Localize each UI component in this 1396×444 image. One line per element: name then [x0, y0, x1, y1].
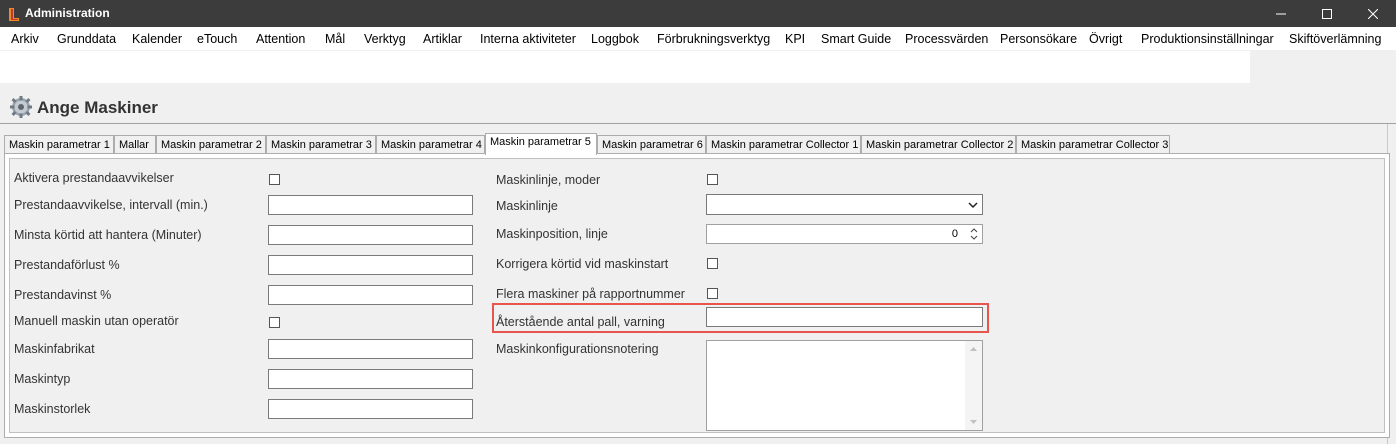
- menu-loggbok[interactable]: Loggbok: [591, 32, 639, 46]
- menu-ovrigt[interactable]: Övrigt: [1089, 32, 1122, 46]
- tab-maskin-parametrar-3[interactable]: Maskin parametrar 3: [266, 135, 376, 154]
- scroll-up-icon[interactable]: [965, 344, 982, 354]
- input-prestandaforlust[interactable]: [268, 255, 473, 275]
- menu-etouch[interactable]: eTouch: [197, 32, 237, 46]
- label-maskinstorlek: Maskinstorlek: [14, 402, 91, 416]
- maximize-icon: [1322, 8, 1332, 19]
- maximize-button[interactable]: [1304, 0, 1350, 27]
- input-prestandaavvikelse-intervall[interactable]: [268, 195, 473, 215]
- close-button[interactable]: [1350, 0, 1396, 27]
- menu-interna-aktiviteter[interactable]: Interna aktiviteter: [480, 32, 576, 46]
- input-maskintyp[interactable]: [268, 369, 473, 389]
- spin-arrows-icon[interactable]: [966, 225, 982, 243]
- menu-kalender[interactable]: Kalender: [132, 32, 182, 46]
- checkbox-maskinlinje-moder[interactable]: [707, 174, 718, 185]
- tab-maskin-parametrar-1[interactable]: Maskin parametrar 1: [4, 135, 114, 154]
- scroll-down-icon[interactable]: [965, 417, 982, 427]
- gear-icon: [10, 96, 32, 118]
- tab-maskin-parametrar-collector-2[interactable]: Maskin parametrar Collector 2: [861, 135, 1016, 154]
- input-minsta-kortid[interactable]: [268, 225, 473, 245]
- label-prestandavinst: Prestandavinst %: [14, 288, 112, 302]
- page-title: Ange Maskiner: [37, 98, 158, 117]
- label-maskinkonfigurationsnotering: Maskinkonfigurationsnotering: [496, 342, 659, 356]
- stepper-maskinposition-linje[interactable]: 0: [706, 224, 983, 244]
- minimize-icon: [1276, 13, 1286, 14]
- app-logo-icon: [9, 8, 19, 21]
- menu-skiftoverlamning[interactable]: Skiftöverlämning: [1289, 32, 1381, 46]
- label-prestandaavvikelse-intervall: Prestandaavvikelse, intervall (min.): [14, 198, 208, 212]
- label-prestandaforlust: Prestandaförlust %: [14, 258, 120, 272]
- textarea-scrollbar[interactable]: [965, 341, 982, 430]
- label-korrigera-kortid: Korrigera körtid vid maskinstart: [496, 257, 669, 271]
- menu-forbrukningsverktyg[interactable]: Förbrukningsverktyg: [657, 32, 770, 46]
- checkbox-flera-maskiner[interactable]: [707, 288, 718, 299]
- label-aterstaende-antal-pall: Återstående antal pall, varning: [496, 315, 665, 329]
- page-header: Ange Maskiner: [0, 93, 1396, 123]
- input-maskinfabrikat[interactable]: [268, 339, 473, 359]
- stepper-value: 0: [951, 228, 958, 240]
- chevron-down-icon: [968, 202, 978, 209]
- tab-maskin-parametrar-4[interactable]: Maskin parametrar 4: [376, 135, 485, 154]
- menu-attention[interactable]: Attention: [256, 32, 305, 46]
- label-manuell-maskin: Manuell maskin utan operatör: [14, 314, 179, 328]
- tab-maskin-parametrar-collector-1[interactable]: Maskin parametrar Collector 1: [706, 135, 861, 154]
- checkbox-manuell-maskin[interactable]: [269, 317, 280, 328]
- title-bar: Administration: [0, 0, 1396, 27]
- tab-maskin-parametrar-2[interactable]: Maskin parametrar 2: [156, 135, 266, 154]
- input-maskinstorlek[interactable]: [268, 399, 473, 419]
- window-title: Administration: [25, 6, 110, 20]
- menu-grunddata[interactable]: Grunddata: [57, 32, 116, 46]
- tab-maskin-parametrar-collector-3[interactable]: Maskin parametrar Collector 3: [1016, 135, 1170, 154]
- label-minsta-kortid: Minsta körtid att hantera (Minuter): [14, 228, 202, 242]
- menu-mal[interactable]: Mål: [325, 32, 345, 46]
- tab-maskin-parametrar-6[interactable]: Maskin parametrar 6: [597, 135, 706, 154]
- menu-personsokare[interactable]: Personsökare: [1000, 32, 1077, 46]
- menu-arkiv[interactable]: Arkiv: [11, 32, 39, 46]
- close-icon: [1368, 8, 1378, 19]
- select-maskinlinje[interactable]: [706, 194, 983, 215]
- toolstrip-area: [0, 51, 1250, 83]
- menu-kpi[interactable]: KPI: [785, 32, 805, 46]
- menu-produktionsinstallningar[interactable]: Produktionsinställningar: [1141, 32, 1274, 46]
- checkbox-aktivera-prestandaavvikelser[interactable]: [269, 174, 280, 185]
- label-aktivera-prestandaavvikelser: Aktivera prestandaavvikelser: [14, 171, 174, 185]
- label-maskinlinje: Maskinlinje: [496, 199, 558, 213]
- label-maskinposition-linje: Maskinposition, linje: [496, 227, 608, 241]
- menu-processvarden[interactable]: Processvärden: [905, 32, 988, 46]
- label-maskinlinje-moder: Maskinlinje, moder: [496, 173, 601, 187]
- tab-panel: [4, 153, 1390, 438]
- label-maskinfabrikat: Maskinfabrikat: [14, 342, 95, 356]
- textarea-maskinkonfigurationsnotering[interactable]: [706, 340, 983, 431]
- input-aterstaende-antal-pall[interactable]: [706, 307, 983, 327]
- menu-verktyg[interactable]: Verktyg: [364, 32, 406, 46]
- minimize-button[interactable]: [1258, 0, 1304, 27]
- menu-artiklar[interactable]: Artiklar: [423, 32, 462, 46]
- menu-bar: Arkiv Grunddata Kalender eTouch Attentio…: [0, 27, 1396, 51]
- tab-mallar[interactable]: Mallar: [114, 135, 156, 154]
- tab-maskin-parametrar-5[interactable]: Maskin parametrar 5: [485, 133, 597, 155]
- input-prestandavinst[interactable]: [268, 285, 473, 305]
- label-maskintyp: Maskintyp: [14, 372, 71, 386]
- label-flera-maskiner: Flera maskiner på rapportnummer: [496, 287, 685, 301]
- menu-smart-guide[interactable]: Smart Guide: [821, 32, 891, 46]
- checkbox-korrigera-kortid[interactable]: [707, 258, 718, 269]
- form-panel: [9, 158, 1385, 433]
